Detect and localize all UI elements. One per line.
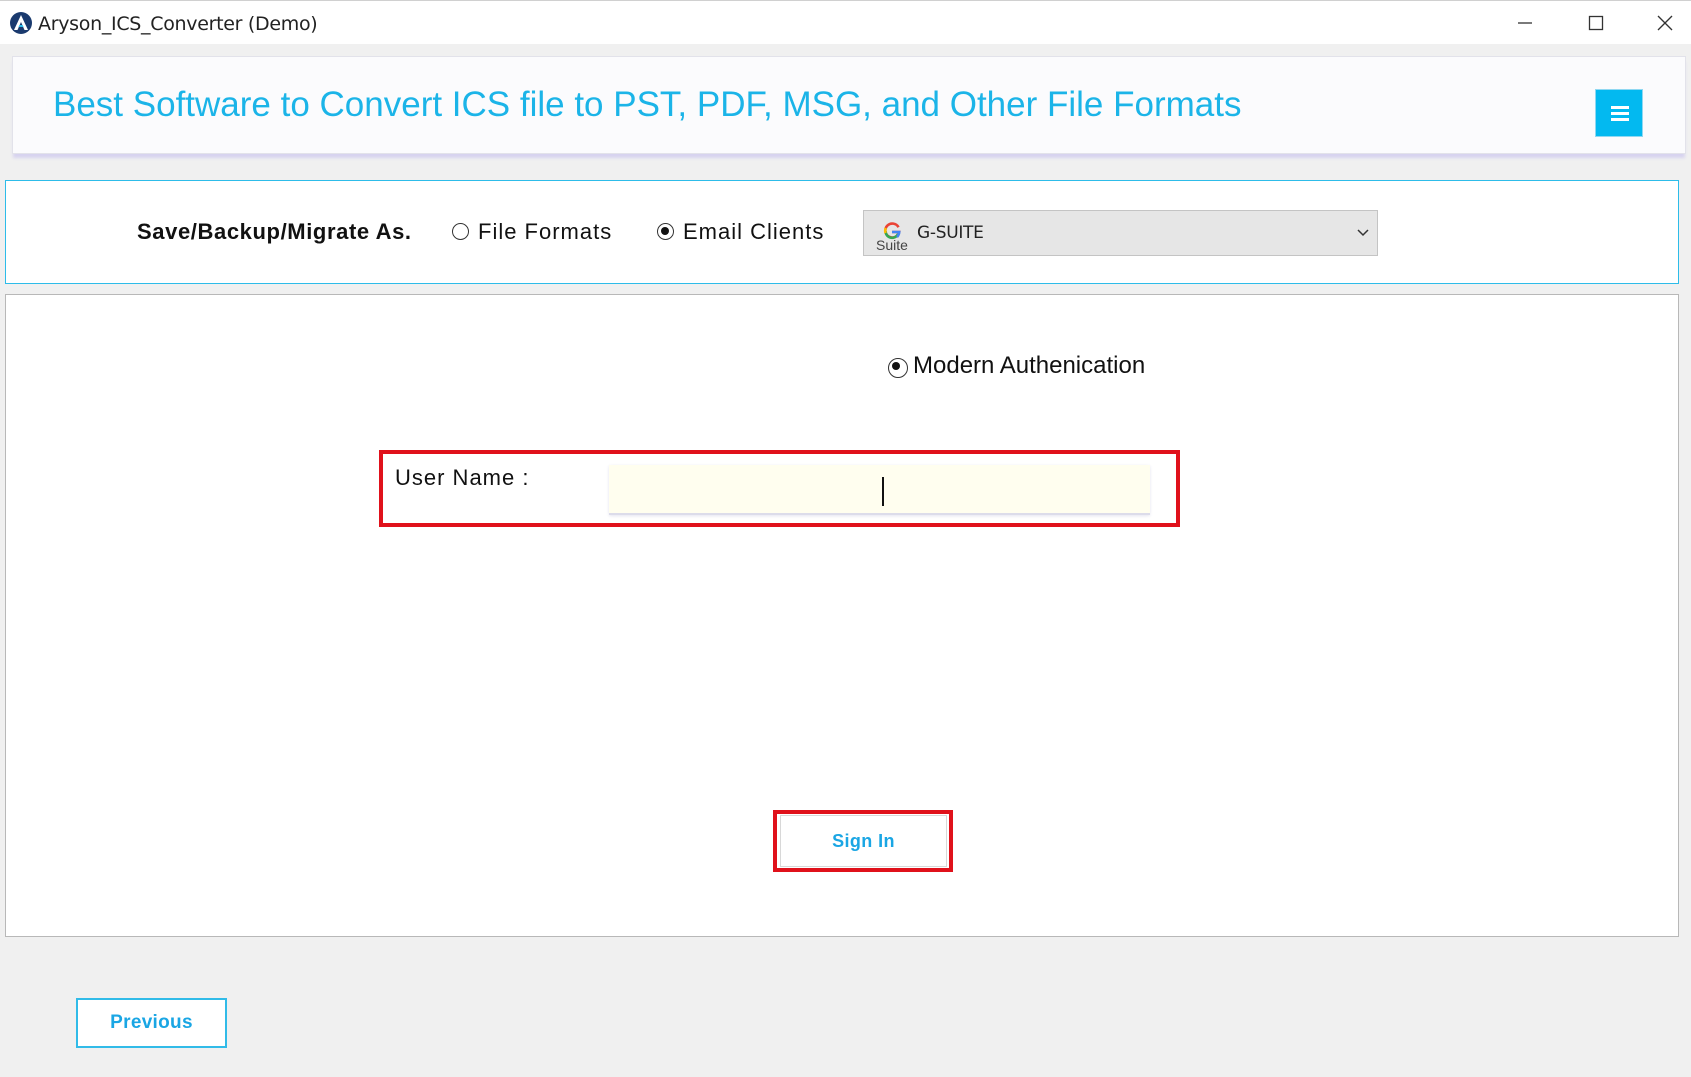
- app-logo-icon: [10, 12, 32, 34]
- dropdown-selected-value: G-SUITE: [917, 223, 984, 243]
- user-name-input[interactable]: [609, 465, 1150, 515]
- file-formats-label[interactable]: File Formats: [478, 219, 612, 245]
- g-suite-logo-icon: Suite: [876, 222, 908, 252]
- save-as-label: Save/Backup/Migrate As.: [137, 219, 412, 244]
- sign-in-highlight: Sign In: [773, 810, 953, 872]
- sign-in-button[interactable]: Sign In: [780, 815, 947, 867]
- authentication-panel: Modern Authenication User Name : Sign In: [5, 294, 1679, 937]
- close-button[interactable]: [1642, 7, 1688, 39]
- menu-button[interactable]: [1595, 89, 1643, 137]
- email-clients-radio[interactable]: [657, 223, 674, 240]
- modern-auth-label[interactable]: Modern Authenication: [913, 352, 1145, 380]
- close-icon: [1657, 15, 1673, 31]
- text-cursor: [882, 477, 884, 506]
- modern-auth-radio[interactable]: [888, 358, 908, 378]
- maximize-icon: [1588, 15, 1604, 31]
- header-banner: Best Software to Convert ICS file to PST…: [12, 56, 1686, 154]
- save-options-panel: Save/Backup/Migrate As. File Formats Ema…: [5, 180, 1679, 284]
- email-client-dropdown[interactable]: Suite G-SUITE: [863, 210, 1378, 256]
- previous-button[interactable]: Previous: [76, 998, 227, 1048]
- email-clients-label[interactable]: Email Clients: [683, 219, 824, 245]
- file-formats-radio[interactable]: [452, 223, 469, 240]
- window-title: Aryson_ICS_Converter (Demo): [38, 13, 318, 35]
- user-name-label: User Name :: [395, 465, 530, 490]
- hamburger-menu-icon: [1611, 106, 1629, 109]
- user-name-highlight: User Name :: [379, 450, 1180, 527]
- maximize-button[interactable]: [1573, 7, 1619, 39]
- minimize-button[interactable]: [1502, 7, 1548, 39]
- chevron-down-icon: [1357, 229, 1369, 237]
- svg-text:Suite: Suite: [876, 237, 908, 252]
- header-title: Best Software to Convert ICS file to PST…: [53, 85, 1242, 124]
- minimize-icon: [1518, 22, 1532, 24]
- title-bar: Aryson_ICS_Converter (Demo): [0, 0, 1691, 44]
